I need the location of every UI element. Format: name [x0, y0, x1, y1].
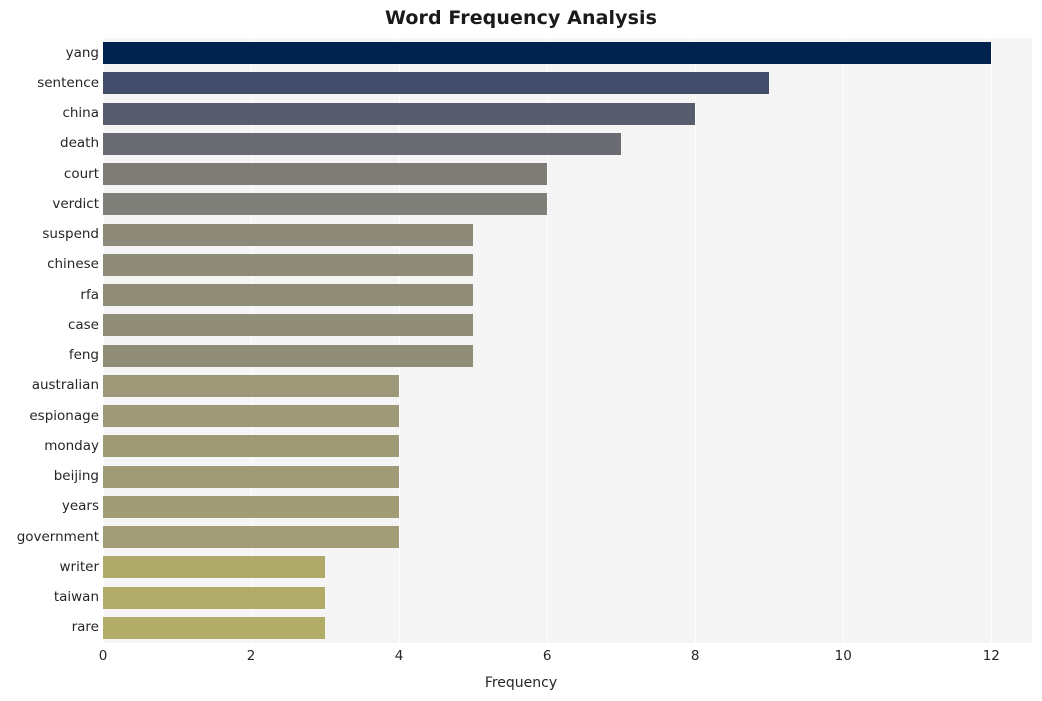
bars-container [103, 38, 1032, 643]
x-tick-label-10: 10 [834, 648, 852, 664]
y-tick-label-verdict: verdict [52, 195, 99, 212]
x-axis-tick-labels: 0 2 4 6 8 10 12 [0, 648, 1042, 672]
bar-row [103, 556, 1032, 579]
bar-row [103, 586, 1032, 609]
bar-feng[interactable] [103, 344, 474, 367]
bar-taiwan[interactable] [103, 586, 326, 609]
plot-area [103, 38, 1032, 643]
x-tick-label-0: 0 [98, 648, 108, 664]
x-axis-title: Frequency [484, 675, 558, 691]
bar-verdict[interactable] [103, 193, 548, 216]
x-tick-label-2: 2 [246, 648, 256, 664]
bar-government[interactable] [103, 526, 400, 549]
bar-row [103, 344, 1032, 367]
y-tick-label-taiwan: taiwan [53, 589, 99, 606]
bar-row [103, 102, 1032, 125]
y-tick-label-espionage: espionage [29, 407, 99, 424]
x-tick-label-8: 8 [690, 648, 700, 664]
chart-figure: Word Frequency Analysis yang sentence chin… [0, 0, 1042, 701]
bar-espionage[interactable] [103, 405, 400, 428]
bar-row [103, 374, 1032, 397]
y-tick-label-case: case [67, 316, 99, 333]
bar-years[interactable] [103, 495, 400, 518]
y-tick-label-sentence: sentence [37, 74, 99, 91]
bar-case[interactable] [103, 314, 474, 337]
bar-row [103, 72, 1032, 95]
bar-rare[interactable] [103, 616, 326, 639]
bar-row [103, 405, 1032, 428]
y-tick-label-monday: monday [44, 437, 99, 454]
y-tick-label-suspend: suspend [42, 226, 99, 243]
bar-row [103, 132, 1032, 155]
bar-row [103, 223, 1032, 246]
y-tick-label-beijing: beijing [53, 468, 99, 485]
bar-yang[interactable] [103, 42, 992, 65]
bar-row [103, 42, 1032, 65]
y-tick-label-rfa: rfa [80, 286, 99, 303]
bar-monday[interactable] [103, 435, 400, 458]
bar-row [103, 193, 1032, 216]
y-axis-tick-labels: yang sentence china death court verdict suspen… [0, 38, 99, 643]
y-tick-label-government: government [16, 528, 99, 545]
bar-row [103, 465, 1032, 488]
bar-australian[interactable] [103, 374, 400, 397]
bar-row [103, 314, 1032, 337]
x-tick-label-6: 6 [542, 648, 552, 664]
x-tick-label-12: 12 [982, 648, 1000, 664]
bar-row [103, 163, 1032, 186]
bar-court[interactable] [103, 163, 548, 186]
bar-row [103, 526, 1032, 549]
bar-writer[interactable] [103, 556, 326, 579]
bar-suspend[interactable] [103, 223, 474, 246]
bar-chinese[interactable] [103, 253, 474, 276]
bar-row [103, 435, 1032, 458]
y-tick-label-years: years [61, 498, 99, 515]
x-tick-label-4: 4 [394, 648, 404, 664]
bar-death[interactable] [103, 132, 622, 155]
bar-china[interactable] [103, 102, 696, 125]
y-tick-label-writer: writer [59, 558, 100, 575]
bar-beijing[interactable] [103, 465, 400, 488]
bar-row [103, 253, 1032, 276]
bar-sentence[interactable] [103, 72, 770, 95]
chart-title: Word Frequency Analysis [384, 7, 658, 29]
y-tick-label-yang: yang [65, 44, 99, 61]
y-tick-label-court: court [63, 165, 99, 182]
bar-row [103, 284, 1032, 307]
y-tick-label-feng: feng [68, 347, 99, 364]
y-tick-label-chinese: chinese [47, 256, 99, 273]
bar-row [103, 495, 1032, 518]
y-tick-label-australian: australian [31, 377, 99, 394]
bar-rfa[interactable] [103, 284, 474, 307]
y-tick-label-rare: rare [71, 619, 99, 636]
bar-row [103, 616, 1032, 639]
y-tick-label-death: death [60, 135, 99, 152]
y-tick-label-china: china [62, 105, 99, 122]
